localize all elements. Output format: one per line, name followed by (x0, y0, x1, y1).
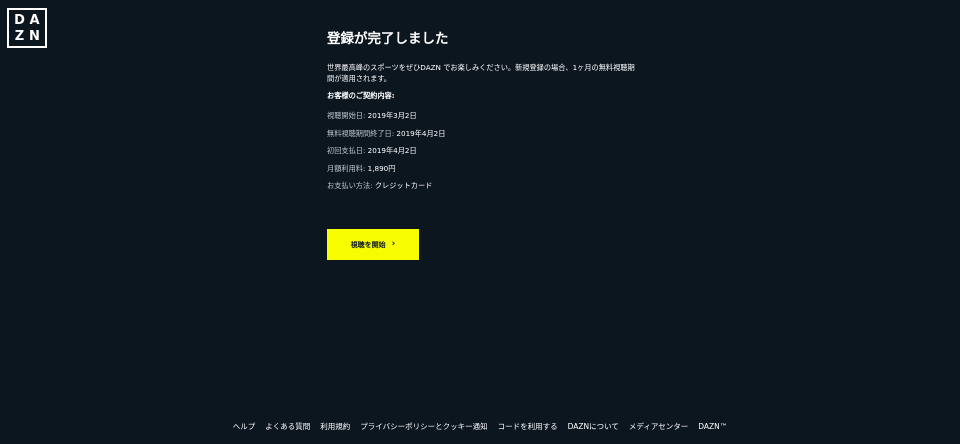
detail-label: お支払い方法: (327, 181, 373, 191)
footer-link-privacy[interactable]: プライバシーポリシーとクッキー通知 (360, 421, 487, 433)
detail-first-payment: 初回支払日: 2019年4月2日 (327, 145, 637, 156)
contract-heading: お客様のご契約内容: (327, 91, 395, 100)
detail-label: 視聴開始日: (327, 111, 366, 120)
footer-link-media-center[interactable]: メディアセンター (629, 421, 688, 433)
confirmation-description: 世界最高峰のスポーツをぜひDAZN でお楽しみください。新規登録の場合、1ヶ月の… (327, 63, 635, 83)
detail-start-date: 視聴開始日: 2019年3月2日 (327, 110, 637, 121)
start-watching-button[interactable]: 視聴を開始 › (327, 229, 419, 260)
page-title: 登録が完了しました (327, 31, 449, 47)
detail-label: 初回支払日: (327, 146, 366, 156)
confirmation-content: 登録が完了しました 世界最高峰のスポーツをぜひDAZN でお楽しみください。新規… (327, 30, 637, 198)
detail-value: 2019年4月2日 (367, 146, 417, 156)
footer-link-about[interactable]: DAZNについて (568, 421, 619, 433)
logo-letter: D (14, 12, 25, 28)
detail-value: クレジットカード (374, 181, 433, 191)
page: D A Z N 登録が完了しました 世界最高峰のスポーツをぜひDAZN でお楽し… (0, 0, 960, 444)
footer-nav: ヘルプ よくある質問 利用規約 プライバシーポリシーとクッキー通知 コードを利用… (0, 421, 960, 433)
footer-link-help[interactable]: ヘルプ (233, 421, 256, 433)
footer-link-faq[interactable]: よくある質問 (265, 421, 310, 433)
dazn-logo[interactable]: D A Z N (7, 8, 47, 48)
detail-monthly-fee: 月額利用料: 1,890円 (327, 163, 637, 174)
logo-letter: A (29, 12, 40, 28)
contract-details: 視聴開始日: 2019年3月2日 無料視聴期間終了日: 2019年4月2日 初回… (327, 110, 637, 191)
chevron-right-icon: › (391, 239, 396, 249)
footer-link-dazn-tm[interactable]: DAZN™ (698, 421, 727, 433)
logo-letter: N (29, 28, 40, 44)
detail-value: 2019年3月2日 (367, 111, 417, 120)
detail-free-trial-end: 無料視聴期間終了日: 2019年4月2日 (327, 128, 637, 139)
detail-value: 1,890円 (367, 163, 396, 173)
detail-label: 無料視聴期間終了日: (327, 128, 395, 138)
detail-payment-method: お支払い方法: クレジットカード (327, 180, 637, 191)
start-watching-label: 視聴を開始 (350, 240, 386, 249)
logo-letter: Z (14, 28, 25, 44)
footer-link-redeem-code[interactable]: コードを利用する (498, 421, 558, 433)
detail-label: 月額利用料: (327, 163, 366, 173)
footer-link-terms[interactable]: 利用規約 (320, 421, 350, 433)
detail-value: 2019年4月2日 (396, 128, 446, 138)
